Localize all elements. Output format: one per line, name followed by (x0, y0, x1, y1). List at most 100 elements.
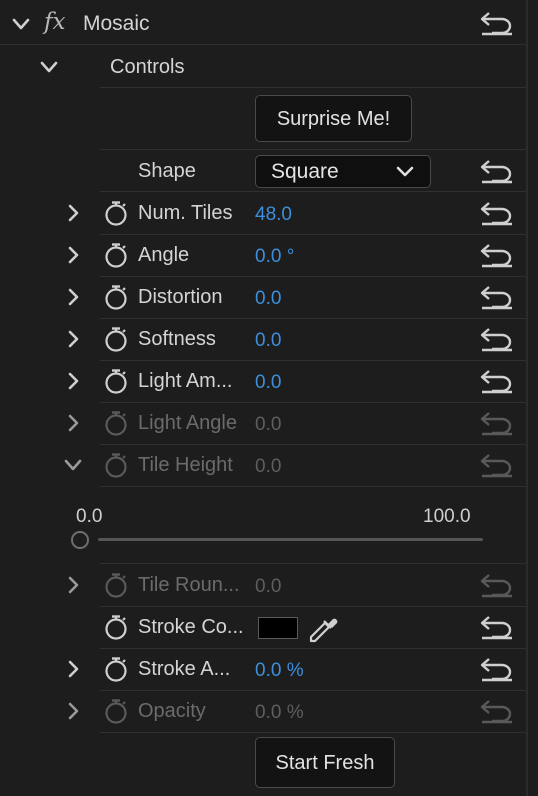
distortion-label: Distortion (138, 286, 223, 308)
divider (100, 87, 526, 88)
stroke-co-reset-button[interactable] (480, 614, 514, 640)
surprise-me-button[interactable]: Surprise Me! (255, 95, 412, 142)
distortion-expand-chevron[interactable] (62, 286, 84, 308)
tile-height-slider-track[interactable] (98, 538, 483, 541)
divider (100, 690, 526, 691)
chevron-right-icon (68, 414, 79, 432)
light-angle-label: Light Angle (138, 412, 237, 434)
light-am-value[interactable]: 0.0 (255, 371, 281, 395)
tile-roun-expand-chevron[interactable] (62, 574, 84, 596)
light-am-expand-chevron[interactable] (62, 370, 84, 392)
divider (100, 234, 526, 235)
divider (0, 44, 526, 45)
angle-value[interactable]: 0.0 ° (255, 245, 294, 269)
softness-reset-button[interactable] (480, 326, 514, 352)
angle-expand-chevron[interactable] (62, 244, 84, 266)
light-angle-value[interactable]: 0.0 (255, 413, 281, 437)
angle-reset-button[interactable] (480, 242, 514, 268)
light-angle-stopwatch[interactable] (103, 410, 129, 436)
distortion-stopwatch[interactable] (103, 284, 129, 310)
divider (100, 563, 526, 564)
light-am-label: Light Am... (138, 370, 233, 392)
stopwatch-icon (105, 573, 127, 598)
stopwatch-icon (105, 411, 127, 436)
tile-height-stopwatch[interactable] (103, 452, 129, 478)
opacity-expand-chevron[interactable] (62, 700, 84, 722)
tile-roun-label: Tile Roun... (138, 574, 240, 596)
softness-expand-chevron[interactable] (62, 328, 84, 350)
divider (100, 606, 526, 607)
opacity-value[interactable]: 0.0 % (255, 701, 304, 725)
reset-arrow-icon (480, 160, 512, 184)
reset-arrow-icon (480, 202, 512, 226)
effect-title: Mosaic (83, 12, 150, 35)
controls-group-label: Controls (110, 56, 185, 78)
chevron-down-icon (40, 61, 58, 73)
chevron-right-icon (68, 576, 79, 594)
start-fresh-button[interactable]: Start Fresh (255, 737, 395, 788)
distortion-reset-button[interactable] (480, 284, 514, 310)
softness-label: Softness (138, 328, 216, 350)
tile-roun-reset-button[interactable] (480, 572, 514, 598)
chevron-right-icon (68, 330, 79, 348)
angle-stopwatch[interactable] (103, 242, 129, 268)
stroke-a-label: Stroke A... (138, 658, 231, 680)
reset-effect-button[interactable] (480, 10, 514, 36)
tile-height-expand-chevron[interactable] (62, 454, 84, 476)
num-tiles-expand-chevron[interactable] (62, 202, 84, 224)
eyedropper-icon[interactable] (306, 613, 340, 645)
slider-max-label: 100.0 (423, 506, 471, 527)
tile-height-slider-knob[interactable] (71, 531, 89, 549)
fx-badge[interactable]: fx (44, 9, 65, 35)
reset-arrow-icon (480, 244, 512, 268)
stopwatch-icon (105, 201, 127, 226)
stroke-co-stopwatch[interactable] (103, 614, 129, 640)
softness-value[interactable]: 0.0 (255, 329, 281, 353)
num-tiles-label: Num. Tiles (138, 202, 233, 224)
tile-height-reset-button[interactable] (480, 452, 514, 478)
tile-roun-value[interactable]: 0.0 (255, 575, 281, 599)
divider (100, 191, 526, 192)
reset-arrow-icon (480, 12, 512, 36)
reset-arrow-icon (480, 328, 512, 352)
shape-dropdown[interactable]: Square (255, 155, 431, 188)
divider (100, 360, 526, 361)
distortion-value[interactable]: 0.0 (255, 287, 281, 311)
reset-arrow-icon (480, 412, 512, 436)
stopwatch-icon (105, 453, 127, 478)
num-tiles-stopwatch[interactable] (103, 200, 129, 226)
opacity-stopwatch[interactable] (103, 698, 129, 724)
num-tiles-reset-button[interactable] (480, 200, 514, 226)
effect-controls-panel: fx Mosaic Controls Surprise Me! Shape Sq… (0, 0, 538, 796)
chevron-down-icon (396, 166, 414, 177)
divider (100, 732, 526, 733)
light-am-reset-button[interactable] (480, 368, 514, 394)
divider (100, 318, 526, 319)
stopwatch-icon (105, 327, 127, 352)
reset-arrow-icon (480, 616, 512, 640)
shape-label: Shape (138, 160, 196, 182)
light-angle-reset-button[interactable] (480, 410, 514, 436)
tile-roun-stopwatch[interactable] (103, 572, 129, 598)
reset-shape-button[interactable] (480, 158, 514, 184)
num-tiles-value[interactable]: 48.0 (255, 203, 292, 227)
stroke-a-stopwatch[interactable] (103, 656, 129, 682)
softness-stopwatch[interactable] (103, 326, 129, 352)
tile-height-value[interactable]: 0.0 (255, 455, 281, 479)
reset-arrow-icon (480, 574, 512, 598)
controls-collapse-chevron[interactable] (38, 56, 60, 78)
light-am-stopwatch[interactable] (103, 368, 129, 394)
effect-collapse-chevron[interactable] (10, 13, 32, 35)
chevron-right-icon (68, 204, 79, 222)
stroke-a-reset-button[interactable] (480, 656, 514, 682)
opacity-reset-button[interactable] (480, 698, 514, 724)
divider (100, 444, 526, 445)
stopwatch-icon (105, 369, 127, 394)
stroke-a-value[interactable]: 0.0 % (255, 659, 304, 683)
stopwatch-icon (105, 699, 127, 724)
divider (100, 149, 526, 150)
light-angle-expand-chevron[interactable] (62, 412, 84, 434)
reset-arrow-icon (480, 370, 512, 394)
stroke-a-expand-chevron[interactable] (62, 658, 84, 680)
stroke-color-swatch[interactable] (258, 617, 298, 639)
